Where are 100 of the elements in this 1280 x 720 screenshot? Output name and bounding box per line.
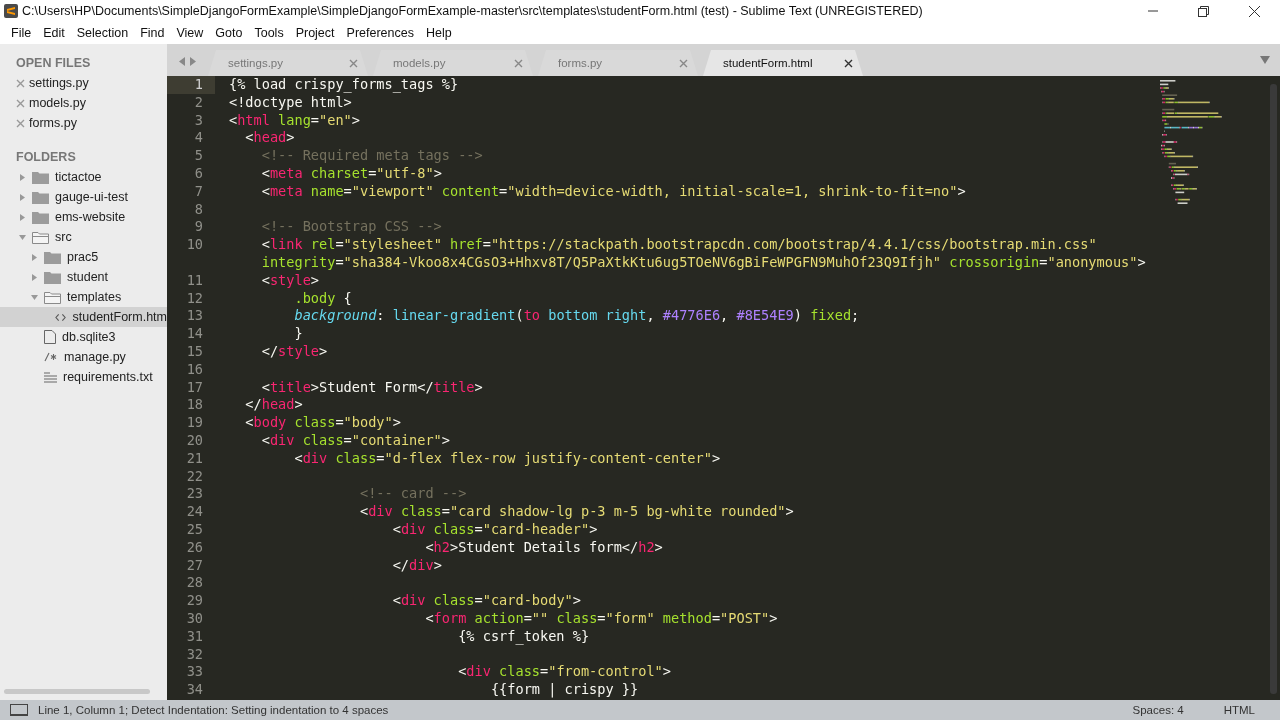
code-line: <div class="container"> [260,431,450,450]
menu-item[interactable]: Selection [70,26,135,40]
app-logo-icon [4,4,18,18]
sidebar-folder[interactable]: gauge-ui-test [55,190,128,204]
line-number: 3 [193,111,204,130]
collapsed-arrow-icon[interactable] [19,193,26,201]
line-number: 10 [185,236,204,254]
sidebar-folder[interactable]: src [55,230,72,244]
line-number: 12 [185,289,204,308]
expanded-arrow-icon[interactable] [31,293,38,301]
folder-icon [32,190,49,204]
collapsed-arrow-icon[interactable] [19,173,26,181]
line-number: 2 [193,93,204,112]
code-line: </style> [260,342,328,361]
line-number: 19 [185,414,204,432]
file-icon [44,330,56,344]
code-line: <head> [244,129,295,148]
line-number: 15 [185,342,204,361]
line-number: 5 [193,147,204,165]
line-number: 30 [185,609,204,628]
line-number: 28 [185,574,204,593]
sidebar-folder[interactable]: student [67,270,108,284]
code-line: <div class="d-flex flex-row justify-content-center"> [293,449,721,468]
sidebar-file[interactable]: manage.py [64,350,126,364]
close-icon[interactable] [844,58,853,68]
folder-icon [32,170,49,184]
sidebar-folder[interactable]: prac5 [67,250,99,264]
expanded-arrow-icon[interactable] [19,233,26,241]
folder-icon [44,270,61,284]
code-icon [55,312,67,322]
menu-item[interactable]: View [170,26,210,40]
code-line: .body { [293,289,352,308]
section-heading: FOLDERS [15,149,77,166]
sidebar-folder[interactable]: tictactoe [55,170,102,184]
menu-item[interactable]: Goto [209,26,249,40]
line-number: 24 [185,503,204,521]
menu-item[interactable]: Help [419,26,458,40]
code-line: <style> [260,271,320,290]
menu-item[interactable]: Find [134,26,171,40]
code-line: <body class="body"> [244,414,401,432]
text-file-icon [44,371,57,383]
open-file-item[interactable]: forms.py [29,116,77,130]
collapsed-arrow-icon[interactable] [31,273,38,281]
code-line: </div> [391,556,442,575]
line-number: 31 [185,627,204,646]
line-number: 20 [185,431,204,450]
sidebar-folder[interactable]: ems-website [55,210,126,224]
line-number: 18 [185,396,204,415]
menu-item[interactable]: Preferences [340,26,420,40]
comment-icon [44,352,58,362]
line-number: 9 [193,218,204,237]
scrollbar[interactable] [1270,84,1277,694]
code-line: <html lang="en"> [229,111,360,130]
restore-icon[interactable] [1198,5,1209,17]
previous-arrow-icon[interactable] [179,57,185,66]
line-number: 21 [185,449,204,468]
status-message: Line 1, Column 1; Detect Indentation: Setting indentation to 4 spaces [38,704,390,716]
close-icon[interactable] [1249,5,1260,17]
line-number: 17 [185,378,204,397]
editor-tab[interactable]: studentForm.html [703,50,863,76]
menu-item[interactable]: File [5,26,38,40]
code-line: } [293,325,303,343]
window-title: C:\Users\HP\Documents\SimpleDjangoFormExample\SimpleDjangoFormExample-master\src\templates\studentForm.html (test) - Sublime Text (UNREGISTERED) [22,4,924,18]
menu-item[interactable]: Tools [248,26,290,40]
code-line: {{form | crispy }} [489,681,639,699]
code-line: <div class="card shadow-lg p-3 m-5 bg-white rounded"> [358,503,794,521]
code-line: <form action="" class="form" method="POST"> [424,609,778,628]
line-number: 14 [185,325,204,343]
code-line: {% csrf_token %} [457,627,590,646]
collapsed-arrow-icon[interactable] [19,213,26,221]
code-line: <link rel="stylesheet" href="https://stackpath.bootstrapcdn.com/bootstrap/4.4.1/css/bootstrap.min.css" [260,236,1097,254]
collapsed-arrow-icon[interactable] [31,253,38,261]
line-number: 11 [185,271,204,290]
code-line: <h2>Student Details form</h2> [424,538,663,557]
sidebar-file[interactable]: db.sqlite3 [62,330,116,344]
code-line: integrity="sha384-Vkoo8x4CGsO3+Hhxv8T/Q5PaXtkKtu6ug5TOeNV6gBiFeWPGFN9MuhOf23Q9Ifjh" crossorigin="anonymous"> [260,253,1146,272]
folder-icon [44,290,61,304]
code-line: <meta name="viewport" content="width=device-width, initial-scale=1, shrink-to-fit=no"> [260,182,966,201]
line-number: 13 [185,307,204,326]
code-line: <!-- Bootstrap CSS --> [260,218,442,237]
code-line: </head> [244,396,303,415]
syntax-setting[interactable]: HTML [1223,704,1255,716]
section-heading: OPEN FILES [15,55,92,72]
code-line: {% load crispy_forms_tags %} [229,76,459,94]
indentation-setting[interactable]: Spaces: 4 [1132,704,1184,716]
code-line: <!-- card --> [358,485,467,504]
open-file-item[interactable]: models.py [29,96,86,110]
sidebar-file[interactable]: requirements.txt [63,370,153,384]
menu-item[interactable]: Project [289,26,341,40]
panel-icon[interactable] [10,704,28,716]
code-line: <!-- Required meta tags --> [260,147,483,165]
line-number: 32 [185,645,204,664]
code-line: <div class="from-control"> [457,663,671,682]
scrollbar[interactable] [4,689,150,694]
next-arrow-icon[interactable] [190,57,196,66]
dropdown-arrow-icon[interactable] [1260,56,1270,64]
menu-item[interactable]: Edit [37,26,71,40]
sidebar-folder[interactable]: templates [67,290,122,304]
open-file-item[interactable]: settings.py [29,76,89,90]
line-number: 33 [185,663,204,682]
